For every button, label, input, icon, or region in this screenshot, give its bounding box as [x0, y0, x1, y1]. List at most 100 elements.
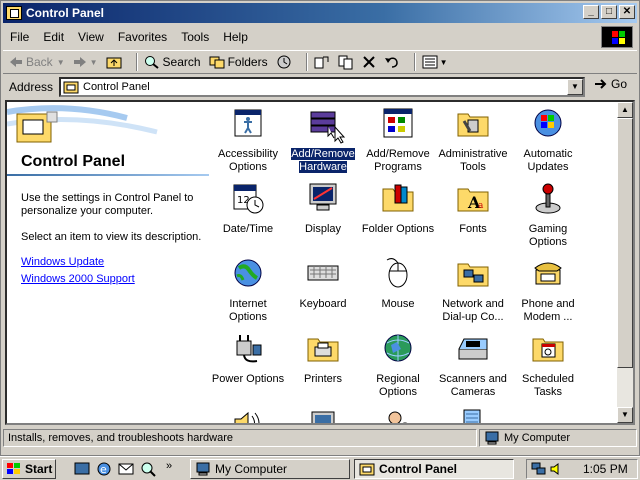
menu-file[interactable]: File — [3, 30, 36, 44]
chevron-down-icon[interactable]: ▼ — [440, 58, 448, 67]
cp-item-7[interactable]: Folder Options — [360, 181, 436, 236]
status-zone-label: My Computer — [504, 432, 571, 444]
cp-item-15[interactable]: Power Options — [210, 331, 286, 386]
maximize-button[interactable]: □ — [601, 5, 617, 19]
standard-toolbar: Back ▼ ▼ Search Folders ▼ — [3, 50, 637, 74]
cp-item-5[interactable]: 12 Date/Time — [210, 181, 286, 236]
admin-tools-icon — [457, 113, 489, 137]
cp-item-9[interactable]: Gaming Options — [510, 181, 586, 249]
scroll-up-button[interactable]: ▲ — [617, 102, 633, 118]
menu-bar: File Edit View Favorites Tools Help — [3, 26, 593, 48]
network-tray-icon[interactable] — [531, 462, 547, 476]
volume-tray-icon[interactable] — [549, 462, 565, 476]
cp-item-0[interactable]: Accessibility Options — [210, 106, 286, 174]
cp-item-13[interactable]: Network and Dial-up Co... — [435, 256, 511, 324]
explorer-window: Control Panel _ □ ✕ File Edit View Favor… — [0, 0, 640, 456]
accessibility-icon — [234, 109, 262, 137]
cp-item-16[interactable]: Printers — [285, 331, 361, 386]
menu-favorites[interactable]: Favorites — [111, 30, 174, 44]
scheduled-tasks-icon — [532, 338, 564, 362]
back-button[interactable]: Back ▼ — [9, 52, 65, 72]
taskbar-control-panel[interactable]: Control Panel — [354, 459, 514, 479]
address-input[interactable]: Control Panel ▼ — [59, 77, 585, 97]
quicklaunch-more-icon[interactable]: » — [166, 460, 172, 472]
search-label: Search — [162, 55, 201, 69]
scroll-thumb[interactable] — [617, 118, 633, 368]
item-label-line1: Administrative — [438, 148, 508, 160]
cp-item-20[interactable] — [210, 406, 286, 423]
forward-button[interactable]: ▼ — [73, 52, 98, 72]
history-button[interactable] — [276, 52, 292, 72]
move-to-button[interactable] — [314, 52, 330, 72]
close-button[interactable]: ✕ — [619, 5, 635, 19]
cp-item-4[interactable]: Automatic Updates — [510, 106, 586, 174]
system-tray: 1:05 PM — [526, 459, 638, 479]
go-button[interactable]: Go — [593, 77, 627, 91]
cp-item-11[interactable]: Keyboard — [285, 256, 361, 311]
taskbar-my-computer[interactable]: My Computer — [190, 459, 350, 479]
title-bar[interactable]: Control Panel _ □ ✕ — [3, 3, 637, 23]
windows-2000-support-link[interactable]: Windows 2000 Support — [21, 273, 135, 286]
scroll-down-button[interactable]: ▼ — [617, 407, 633, 423]
address-dropdown-button[interactable]: ▼ — [567, 79, 583, 95]
history-icon — [277, 55, 291, 69]
cp-item-3[interactable]: Administrative Tools — [435, 106, 511, 174]
up-button[interactable] — [106, 52, 122, 72]
folders-button[interactable]: Folders — [209, 52, 268, 72]
left-info-pane: Control Panel Use the settings in Contro… — [7, 102, 211, 423]
cp-item-8[interactable]: Aa Fonts — [435, 181, 511, 236]
internet-explorer-icon[interactable]: e — [96, 461, 112, 477]
cp-item-21[interactable] — [285, 406, 361, 423]
cp-item-10[interactable]: Internet Options — [210, 256, 286, 324]
cp-item-23[interactable] — [435, 406, 511, 423]
item-label-line2: Options — [379, 386, 417, 398]
chevron-down-icon[interactable]: ▼ — [90, 58, 98, 67]
menu-view[interactable]: View — [71, 30, 111, 44]
sounds-icon — [234, 411, 260, 423]
start-button[interactable]: Start — [2, 459, 56, 479]
search-button[interactable]: Search — [144, 52, 201, 72]
outlook-express-icon[interactable] — [118, 461, 134, 477]
undo-button[interactable] — [384, 52, 400, 72]
delete-button[interactable] — [362, 52, 376, 72]
clock[interactable]: 1:05 PM — [583, 462, 628, 476]
globe-regional-icon — [384, 334, 412, 362]
cp-item-17[interactable]: Regional Options — [360, 331, 436, 399]
show-desktop-icon[interactable] — [74, 461, 90, 477]
search-quicklaunch-icon[interactable] — [140, 461, 156, 477]
network-folder-icon — [457, 263, 489, 287]
item-label-line1: Scanners and — [439, 373, 507, 385]
copy-to-button[interactable] — [338, 52, 354, 72]
item-label-line1: Folder Options — [361, 223, 435, 235]
chevron-down-icon[interactable]: ▼ — [57, 58, 65, 67]
menu-edit[interactable]: Edit — [36, 30, 71, 44]
address-value: Control Panel — [83, 81, 150, 93]
vertical-scrollbar[interactable]: ▲ ▼ — [617, 102, 633, 423]
cp-item-12[interactable]: Mouse — [360, 256, 436, 311]
cp-item-2[interactable]: Add/Remove Programs — [360, 106, 436, 174]
system-icon — [311, 411, 335, 423]
views-icon — [422, 55, 438, 69]
printers-folder-icon — [307, 338, 339, 362]
cp-item-22[interactable] — [360, 406, 436, 423]
item-label-line2: Tools — [460, 161, 486, 173]
menu-tools[interactable]: Tools — [174, 30, 216, 44]
delete-icon — [362, 56, 375, 68]
menu-help[interactable]: Help — [216, 30, 255, 44]
windows-update-link[interactable]: Windows Update — [21, 256, 104, 269]
minimize-button[interactable]: _ — [583, 5, 599, 19]
cp-item-18[interactable]: Scanners and Cameras — [435, 331, 511, 399]
cp-item-14[interactable]: Phone and Modem ... — [510, 256, 586, 324]
item-label-line1: Keyboard — [299, 298, 347, 310]
views-button[interactable]: ▼ — [422, 52, 448, 72]
item-label-line2: Modem ... — [523, 311, 573, 323]
item-label-line1: Internet — [229, 298, 267, 310]
item-label-line1: Mouse — [381, 298, 415, 310]
cp-item-19[interactable]: Scheduled Tasks — [510, 331, 586, 399]
cp-item-6[interactable]: Display — [285, 181, 361, 236]
item-label-line1: Fonts — [459, 223, 487, 235]
item-label-line2: Options — [529, 236, 567, 248]
pane-hint: Select an item to view its description. — [21, 231, 202, 243]
go-arrow-icon — [595, 79, 607, 89]
cp-item-1[interactable]: Add/Remove Hardware — [285, 106, 361, 174]
